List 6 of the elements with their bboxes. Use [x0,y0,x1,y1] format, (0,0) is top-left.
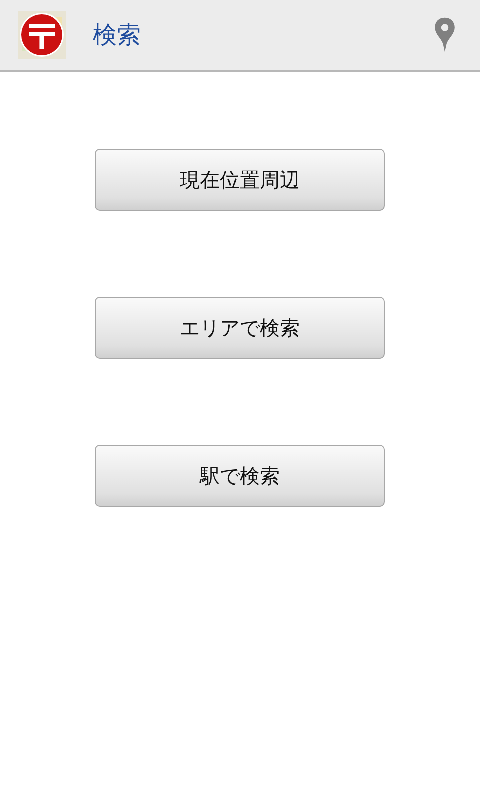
app-icon[interactable] [18,11,66,59]
location-pin-icon[interactable] [434,17,456,53]
screen-title: 検索 [93,20,142,51]
search-option-button[interactable]: 駅で検索 [95,445,385,507]
search-option-button[interactable]: 現在位置周辺 [95,149,385,211]
search-option-button[interactable]: エリアで検索 [95,297,385,359]
